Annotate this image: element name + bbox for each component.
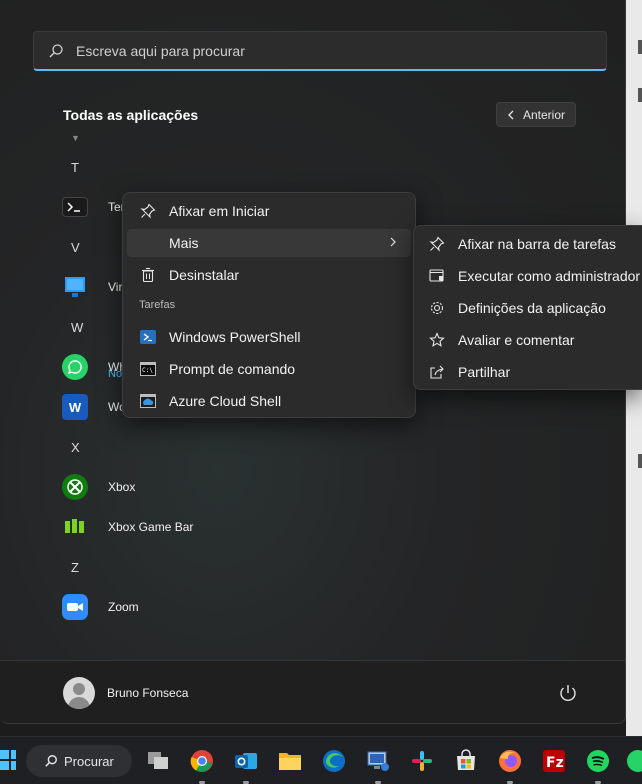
- file-explorer-icon[interactable]: [278, 749, 302, 773]
- letter-header-t[interactable]: T: [71, 160, 79, 175]
- firefox-icon[interactable]: [498, 749, 522, 773]
- word-icon: W: [62, 394, 88, 420]
- app-zoom[interactable]: Zoom: [62, 592, 139, 622]
- edge-icon[interactable]: [322, 749, 346, 773]
- xbox-icon: [62, 474, 88, 500]
- chevron-left-icon: [508, 110, 514, 119]
- task-view-icon[interactable]: [146, 749, 170, 773]
- submenu-item-label: Definições da aplicação: [458, 300, 606, 316]
- app-terminal[interactable]: Ter: [62, 192, 125, 222]
- letter-header-x[interactable]: X: [71, 440, 80, 455]
- menu-item-label: Desinstalar: [169, 267, 240, 283]
- menu-item-label: Mais: [169, 235, 199, 251]
- all-apps-title: Todas as aplicações: [63, 107, 199, 123]
- desktop-icon-fragment: [638, 40, 642, 54]
- app-word[interactable]: W Wo: [62, 392, 126, 422]
- azure-cloud-shell-icon: [139, 392, 157, 410]
- chrome-icon[interactable]: [190, 749, 214, 773]
- app-xbox-game-bar[interactable]: Xbox Game Bar: [62, 512, 193, 542]
- pin-to-start-item[interactable]: Afixar em Iniciar: [127, 197, 411, 225]
- letter-header-v[interactable]: V: [71, 240, 80, 255]
- context-menu: Afixar em Iniciar Mais Desinstalar Taref…: [122, 192, 416, 418]
- command-prompt-item[interactable]: C:\ Prompt de comando: [127, 355, 411, 383]
- search-icon: [45, 755, 57, 767]
- app-xbox[interactable]: Xbox: [62, 472, 135, 502]
- slack-icon[interactable]: [410, 749, 434, 773]
- search-box[interactable]: [33, 31, 607, 71]
- command-prompt-icon: C:\: [139, 360, 157, 378]
- remote-desktop-icon[interactable]: [366, 749, 390, 773]
- taskbar-search-label: Procurar: [64, 753, 114, 769]
- outlook-icon[interactable]: [234, 749, 258, 773]
- zoom-icon: [62, 594, 88, 620]
- app-label: Vir: [108, 280, 123, 294]
- chevron-down-icon: ▼: [71, 133, 80, 143]
- letter-header-w[interactable]: W: [71, 320, 83, 335]
- start-footer: Bruno Fonseca: [0, 660, 625, 723]
- star-icon: [428, 331, 446, 349]
- powershell-item[interactable]: Windows PowerShell: [127, 323, 411, 351]
- search-icon: [49, 43, 63, 57]
- taskbar-search-button[interactable]: Procurar: [26, 745, 132, 777]
- taskbar: Procurar Fz: [0, 736, 642, 784]
- trash-icon: [139, 266, 157, 284]
- desktop-icon-fragment: [638, 454, 642, 468]
- app-label: Xbox: [108, 480, 136, 494]
- uninstall-item[interactable]: Desinstalar: [127, 261, 411, 289]
- pin-to-taskbar-item[interactable]: Afixar na barra de tarefas: [418, 230, 642, 258]
- microsoft-store-icon[interactable]: [454, 749, 478, 773]
- powershell-icon: [139, 328, 157, 346]
- power-icon[interactable]: [556, 681, 580, 705]
- app-virtual[interactable]: Vir: [62, 272, 122, 302]
- more-submenu: Afixar na barra de tarefas Executar como…: [413, 225, 642, 390]
- app-whatsapp[interactable]: Wh No: [62, 352, 126, 382]
- azure-cloud-shell-item[interactable]: Azure Cloud Shell: [127, 387, 411, 415]
- desktop-icon-fragment: [638, 88, 642, 102]
- gear-icon: [428, 299, 446, 317]
- app-label: Xbox Game Bar: [108, 520, 194, 534]
- tasks-section-header: Tarefas: [139, 299, 176, 311]
- user-name[interactable]: Bruno Fonseca: [107, 686, 188, 700]
- rate-review-item[interactable]: Avaliar e comentar: [418, 326, 642, 354]
- share-icon: [428, 363, 446, 381]
- spotify-icon[interactable]: [586, 749, 610, 773]
- svg-text:C:\: C:\: [142, 367, 153, 374]
- avatar[interactable]: [63, 677, 95, 709]
- back-button-label: Anterior: [522, 107, 566, 122]
- letter-header-z[interactable]: Z: [71, 560, 79, 575]
- run-as-admin-item[interactable]: Executar como administrador: [418, 262, 642, 290]
- new-badge: No: [108, 368, 123, 380]
- search-input[interactable]: [76, 42, 556, 59]
- chevron-right-icon: [390, 237, 396, 247]
- windows-start-icon[interactable]: [0, 749, 16, 771]
- virtual-machine-icon: [62, 274, 88, 300]
- more-item[interactable]: Mais: [127, 229, 411, 257]
- filezilla-icon[interactable]: Fz: [542, 749, 566, 773]
- xbox-game-bar-icon: [62, 514, 88, 540]
- whatsapp-taskbar-icon[interactable]: [626, 749, 642, 773]
- submenu-item-label: Afixar na barra de tarefas: [458, 236, 616, 252]
- app-settings-item[interactable]: Definições da aplicação: [418, 294, 642, 322]
- pin-icon: [428, 235, 446, 253]
- submenu-item-label: Executar como administrador: [458, 268, 641, 284]
- submenu-item-label: Avaliar e comentar: [458, 332, 575, 348]
- pin-icon: [139, 202, 157, 220]
- app-label: Zoom: [108, 600, 139, 614]
- submenu-item-label: Partilhar: [458, 364, 511, 380]
- terminal-icon: [62, 197, 88, 217]
- menu-item-label: Azure Cloud Shell: [169, 393, 282, 409]
- whatsapp-icon: [62, 354, 88, 380]
- menu-item-label: Afixar em Iniciar: [169, 203, 270, 219]
- shield-window-icon: [428, 267, 446, 285]
- share-item[interactable]: Partilhar: [418, 358, 642, 386]
- back-button[interactable]: Anterior: [496, 102, 576, 127]
- menu-item-label: Prompt de comando: [169, 361, 296, 377]
- svg-text:Fz: Fz: [546, 755, 564, 771]
- menu-item-label: Windows PowerShell: [169, 329, 301, 345]
